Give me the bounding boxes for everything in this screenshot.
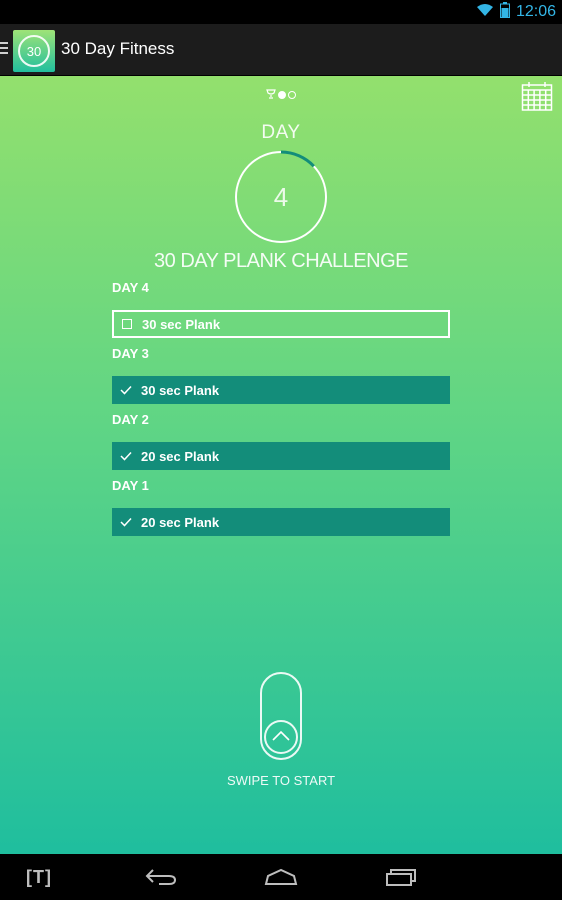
checkmark-icon	[120, 516, 132, 528]
day-heading: DAY 3	[112, 346, 149, 361]
wifi-icon	[476, 3, 494, 22]
t-button[interactable]: [T]	[18, 864, 60, 890]
task-label: 20 sec Plank	[141, 448, 220, 464]
swipe-label: SWIPE TO START	[226, 773, 336, 788]
day-heading: DAY 1	[112, 478, 149, 493]
navigation-drawer-icon[interactable]	[0, 42, 10, 58]
status-time: 12:06	[515, 3, 556, 20]
status-icons: 12:06	[476, 0, 556, 24]
challenge-title: 30 DAY PLANK CHALLENGE	[154, 250, 408, 272]
checkmark-icon	[120, 384, 132, 396]
chevron-up-icon	[272, 728, 290, 746]
app-logo[interactable]: 30	[13, 30, 55, 72]
calendar-icon[interactable]	[521, 80, 553, 112]
app-logo-text: 30	[18, 35, 50, 67]
battery-icon	[499, 1, 510, 23]
day-label: DAY	[261, 122, 301, 143]
day-heading: DAY 4	[112, 280, 149, 295]
task-row[interactable]: 20 sec Plank	[112, 442, 450, 470]
task-label: 20 sec Plank	[141, 514, 220, 530]
status-bar: 12:06	[0, 0, 562, 24]
app-title: 30 Day Fitness	[61, 39, 175, 58]
swipe-handle[interactable]	[264, 720, 298, 754]
checkbox-icon[interactable]	[122, 319, 132, 329]
recent-apps-icon[interactable]	[380, 864, 422, 890]
task-label: 30 sec Plank	[142, 316, 221, 332]
checkmark-icon	[120, 450, 132, 462]
trophy-icon	[266, 86, 276, 104]
action-bar: 30 30 Day Fitness	[0, 24, 562, 76]
home-icon[interactable]	[260, 864, 302, 890]
page-dot-active	[278, 91, 286, 99]
day-group: DAY 3 30 sec Plank	[112, 346, 450, 412]
day-heading: DAY 2	[112, 412, 149, 427]
back-icon[interactable]	[140, 864, 182, 890]
page-dot	[288, 91, 296, 99]
system-nav-bar: [T]	[0, 854, 562, 900]
task-row[interactable]: 30 sec Plank	[112, 376, 450, 404]
day-group: DAY 2 20 sec Plank	[112, 412, 450, 478]
swipe-to-start-slider[interactable]	[260, 672, 302, 760]
task-row[interactable]: 20 sec Plank	[112, 508, 450, 536]
task-row[interactable]: 30 sec Plank	[112, 310, 450, 338]
day-number: 4	[273, 181, 289, 212]
day-group: DAY 1 20 sec Plank	[112, 478, 450, 544]
main-content: DAY 4 30 DAY PLANK CHALLENGE DAY 4 30 se…	[0, 76, 562, 854]
page-indicator	[266, 86, 296, 104]
day-list: DAY 4 30 sec Plank DAY 3 30 sec Plank DA…	[112, 280, 450, 544]
day-group: DAY 4 30 sec Plank	[112, 280, 450, 346]
task-label: 30 sec Plank	[141, 382, 220, 398]
